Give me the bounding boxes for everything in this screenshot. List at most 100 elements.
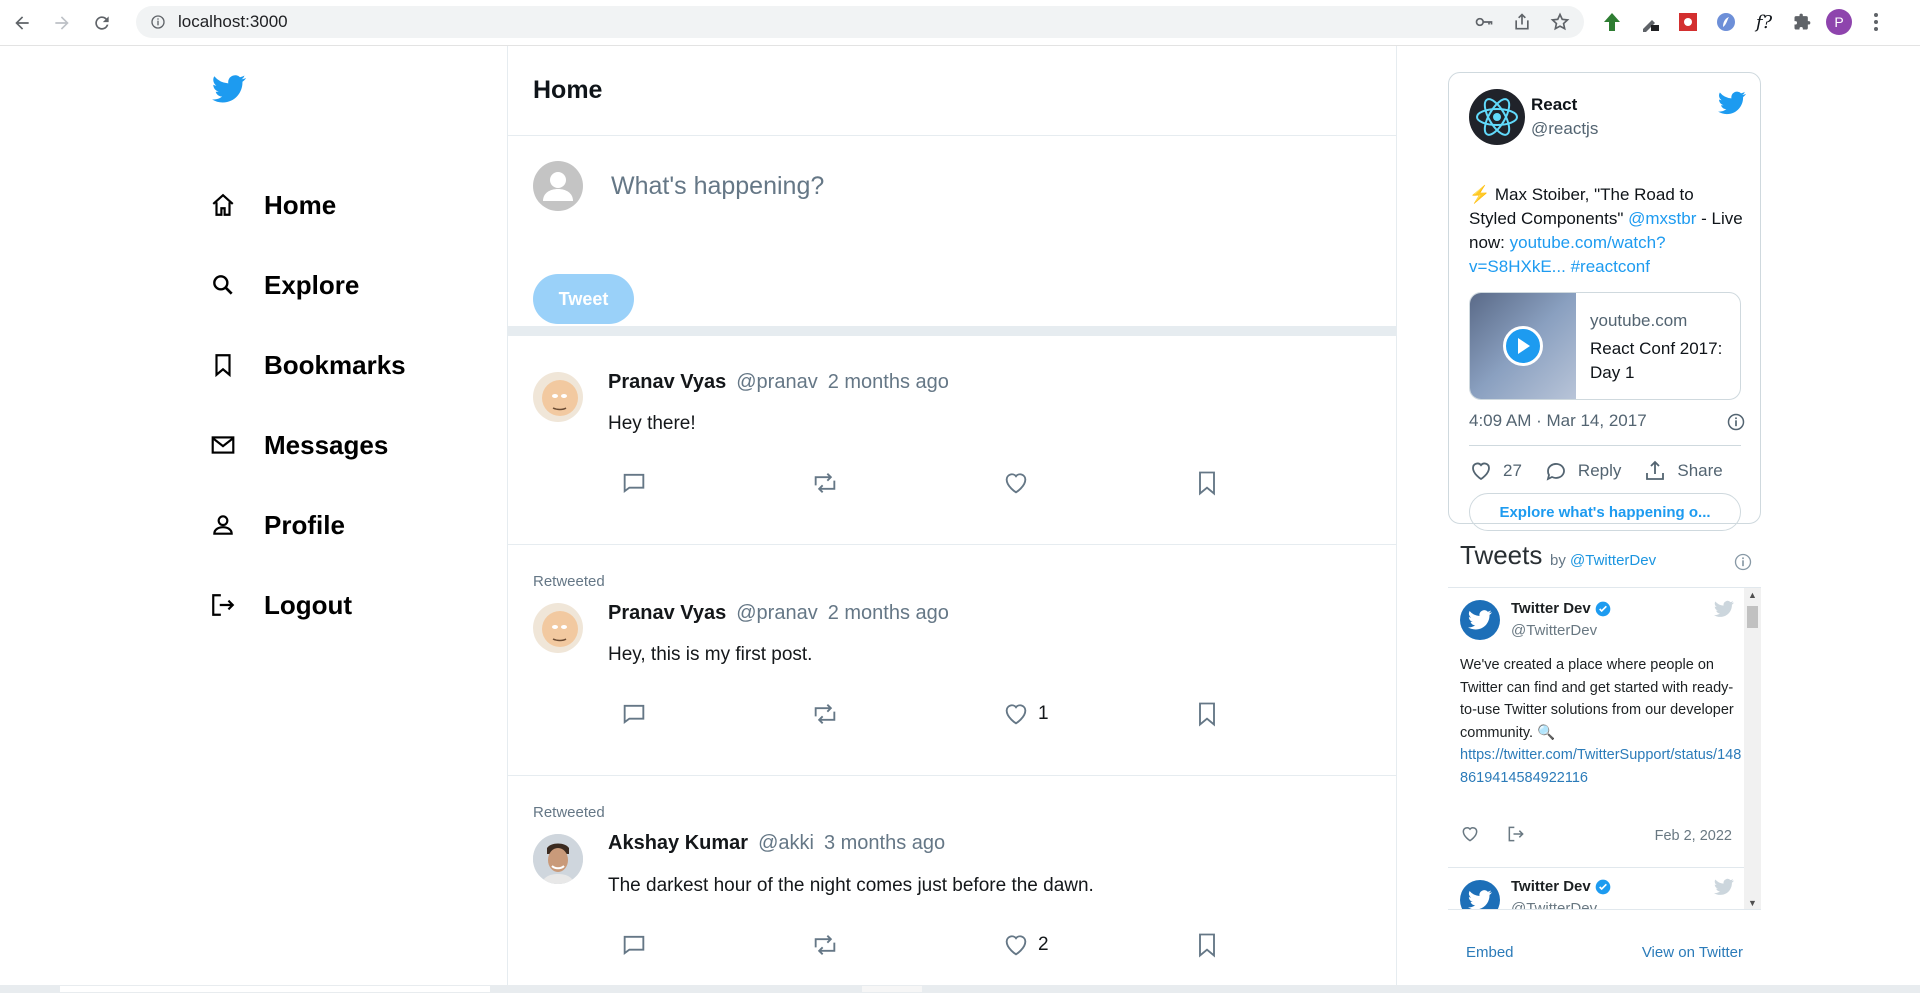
twitter-bird-icon[interactable] (1714, 878, 1734, 896)
sidebar-item-logout[interactable]: Logout (210, 580, 352, 630)
author-name[interactable]: Pranav Vyas (608, 602, 726, 625)
timeline-handle[interactable]: @TwitterDev (1511, 622, 1597, 639)
twitter-bird-icon[interactable] (1714, 600, 1734, 618)
twitter-logo-icon[interactable] (212, 74, 246, 104)
embed-author-handle[interactable]: @reactjs (1531, 119, 1598, 139)
bookmark-icon (215, 354, 231, 378)
author-avatar[interactable] (533, 603, 583, 653)
mention-link[interactable]: @mxstbr (1628, 209, 1696, 228)
react-avatar[interactable] (1469, 89, 1525, 145)
tweet-item: Pranav Vyas @pranav 2 months ago Hey the… (508, 336, 1396, 545)
timeline-author[interactable]: Twitter Dev (1511, 878, 1611, 895)
reply-button[interactable] (620, 931, 648, 959)
view-on-twitter-link[interactable]: View on Twitter (1642, 944, 1743, 961)
address-bar[interactable]: localhost:3000 (136, 6, 1584, 38)
like-button[interactable]: 1 (1002, 700, 1049, 728)
timeline-author-link[interactable]: @TwitterDev (1570, 552, 1656, 569)
menu-kebab-icon[interactable] (1862, 8, 1890, 36)
bookmark-button[interactable] (1193, 931, 1221, 959)
sidebar-item-home[interactable]: Home (210, 180, 336, 230)
embed-reply-button[interactable]: Reply (1544, 459, 1621, 483)
retweet-button[interactable] (811, 931, 839, 959)
retweet-button[interactable] (811, 700, 839, 728)
author-name[interactable]: Pranav Vyas (608, 371, 726, 394)
bookmark-button[interactable] (1193, 469, 1221, 497)
back-button[interactable] (4, 5, 40, 41)
like-button[interactable] (1002, 469, 1038, 497)
tweet-button[interactable]: Tweet (533, 274, 634, 324)
sidebar-item-profile[interactable]: Profile (210, 500, 345, 550)
embed-link[interactable]: Embed (1466, 944, 1514, 961)
horizontal-scrollbar-thumb[interactable] (60, 986, 490, 992)
forward-button[interactable] (44, 5, 80, 41)
retweeted-label: Retweeted (533, 573, 605, 590)
explore-button[interactable]: Explore what's happening o... (1469, 493, 1741, 531)
star-icon[interactable] (1550, 12, 1570, 32)
timeline-handle[interactable]: @TwitterDev (1511, 900, 1597, 909)
author-handle[interactable]: @akki (758, 832, 814, 855)
embed-media-card[interactable]: youtube.com React Conf 2017: Day 1 (1469, 292, 1741, 400)
verified-badge-icon (1595, 601, 1611, 616)
twitterdev-avatar[interactable] (1460, 600, 1500, 640)
embed-like-button[interactable]: 27 (1469, 459, 1522, 483)
timeline-tweet[interactable]: Twitter Dev @TwitterDev (1448, 868, 1744, 909)
timeline-tweet[interactable]: Twitter Dev @TwitterDev We've created a … (1448, 588, 1744, 868)
heart-icon[interactable] (1460, 824, 1480, 844)
info-icon[interactable] (1726, 412, 1746, 432)
twitter-bird-icon[interactable] (1718, 91, 1746, 115)
composer-input[interactable]: What's happening? (611, 172, 824, 201)
heart-icon (1472, 462, 1490, 481)
heart-icon (1005, 704, 1027, 725)
timeline-scroll-area[interactable]: Twitter Dev @TwitterDev We've created a … (1448, 587, 1761, 909)
timeline-scrollbar[interactable]: ▲ ▼ (1744, 588, 1761, 909)
embed-timestamp[interactable]: 4:09 AM · Mar 14, 2017 (1469, 411, 1647, 431)
retweet-icon (814, 704, 836, 724)
extensions-puzzle-icon[interactable] (1788, 8, 1816, 36)
author-avatar[interactable] (533, 834, 583, 884)
sidebar-item-label: Home (264, 189, 337, 220)
embed-author-name[interactable]: React (1531, 95, 1577, 115)
comment-icon (623, 935, 645, 956)
key-icon[interactable] (1474, 12, 1494, 32)
timeline-tweet-link[interactable]: https://twitter.com/TwitterSupport/statu… (1460, 747, 1741, 786)
timeline-footer: Embed View on Twitter (1448, 909, 1761, 993)
embedded-tweet-card[interactable]: React @reactjs ⚡️ Max Stoiber, "The Road… (1448, 72, 1761, 531)
extension-red-icon[interactable] (1674, 8, 1702, 36)
site-info-icon[interactable] (150, 14, 166, 30)
scroll-up-arrow-icon[interactable]: ▲ (1744, 588, 1761, 602)
share-icon[interactable] (1512, 12, 1532, 32)
scrollbar-thumb[interactable] (1747, 606, 1758, 628)
extension-blue-icon[interactable] (1712, 8, 1740, 36)
extension-eyedropper-icon[interactable] (1636, 8, 1664, 36)
tweet-actions: 1 (608, 700, 1215, 730)
share-icon[interactable] (1506, 824, 1526, 844)
sidebar-item-explore[interactable]: Explore (210, 260, 359, 310)
author-handle[interactable]: @pranav (736, 602, 817, 625)
timeline-tweet-date[interactable]: Feb 2, 2022 (1655, 828, 1732, 844)
extension-fquestion-icon[interactable]: f? (1750, 8, 1778, 36)
scroll-down-arrow-icon[interactable]: ▼ (1744, 896, 1761, 909)
react-logo-icon (1476, 98, 1518, 136)
reply-button[interactable] (620, 700, 648, 728)
extension-html-icon[interactable] (1598, 8, 1626, 36)
page-title: Home (533, 76, 603, 104)
reload-button[interactable] (84, 5, 120, 41)
twitterdev-avatar[interactable] (1460, 880, 1500, 909)
sidebar-item-messages[interactable]: Messages (210, 420, 388, 470)
author-avatar[interactable] (533, 372, 583, 422)
info-icon[interactable] (1733, 552, 1753, 572)
like-button[interactable]: 2 (1002, 931, 1049, 959)
timeline-author[interactable]: Twitter Dev (1511, 600, 1611, 617)
retweet-button[interactable] (811, 469, 839, 497)
bookmark-button[interactable] (1193, 700, 1221, 728)
author-name[interactable]: Akshay Kumar (608, 832, 748, 855)
profile-avatar[interactable]: P (1826, 9, 1852, 35)
reply-button[interactable] (620, 469, 648, 497)
sidebar-item-bookmarks[interactable]: Bookmarks (210, 340, 406, 390)
author-handle[interactable]: @pranav (736, 371, 817, 394)
play-icon[interactable] (1503, 326, 1543, 366)
horizontal-scrollbar[interactable] (0, 985, 1920, 993)
hashtag-link[interactable]: #reactconf (1571, 257, 1650, 276)
embed-share-button[interactable]: Share (1643, 459, 1723, 483)
timeline-title: Tweets (1460, 540, 1543, 570)
